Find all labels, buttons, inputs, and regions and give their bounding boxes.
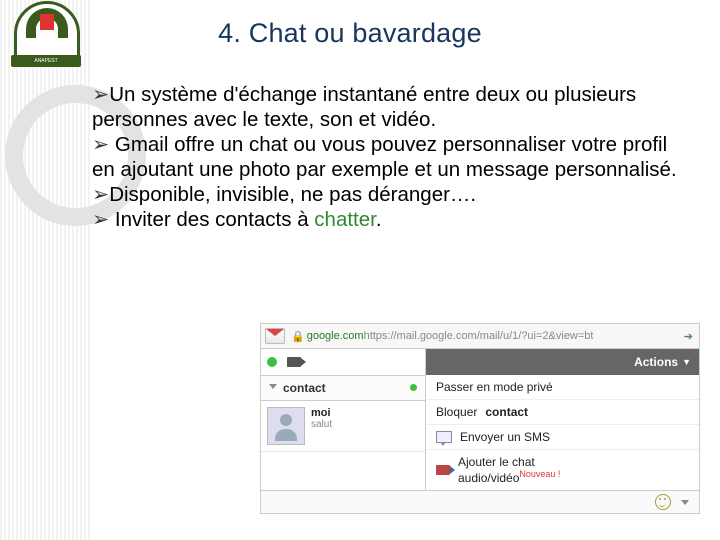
chevron-down-icon: ▼ bbox=[682, 357, 691, 367]
chat-toolbar bbox=[261, 349, 425, 376]
menu-label: Envoyer un SMS bbox=[460, 430, 550, 444]
gmail-favicon-icon bbox=[265, 328, 285, 344]
audio-video-icon bbox=[436, 465, 450, 475]
contact-header-label: contact bbox=[283, 381, 326, 395]
camera-icon bbox=[287, 357, 301, 367]
gmail-screenshot: 🔒 google.com https://mail.google.com/mai… bbox=[260, 323, 700, 528]
bullet-text-suffix: . bbox=[376, 208, 382, 231]
menu-label-target: contact bbox=[485, 405, 528, 419]
slide: ANAPEST 4. Chat ou bavardage ➢Un système… bbox=[0, 0, 720, 540]
menu-label: Passer en mode privé bbox=[436, 380, 553, 394]
url-host: google.com bbox=[307, 330, 364, 342]
contact-header[interactable]: contact bbox=[261, 376, 425, 401]
bullet-item: ➢ Gmail offre un chat ou vous pouvez per… bbox=[92, 132, 690, 182]
menu-item-private[interactable]: Passer en mode privé bbox=[426, 375, 699, 400]
status-available-icon bbox=[267, 357, 277, 367]
actions-menu: Passer en mode privé Bloquer contact Env… bbox=[426, 375, 699, 490]
emoji-icon[interactable] bbox=[655, 494, 671, 510]
menu-label-prefix: Bloquer bbox=[436, 405, 477, 419]
bullet-item: ➢Disponible, invisible, ne pas déranger…… bbox=[92, 182, 690, 207]
browser-address-bar: 🔒 google.com https://mail.google.com/mai… bbox=[260, 323, 700, 349]
menu-item-block[interactable]: Bloquer contact bbox=[426, 400, 699, 425]
url-path: https://mail.google.com/mail/u/1/?ui=2&v… bbox=[364, 330, 594, 342]
chevron-down-icon[interactable] bbox=[681, 500, 689, 505]
bullet-item: ➢ Inviter des contacts à chatter. bbox=[92, 207, 690, 232]
menu-item-audio-video[interactable]: Ajouter le chat audio/vidéoNouveau ! bbox=[426, 450, 699, 490]
bullet-marker-icon: ➢ bbox=[92, 208, 109, 231]
bullet-text: Disponible, invisible, ne pas déranger…. bbox=[109, 183, 476, 206]
bullet-marker-icon: ➢ bbox=[92, 133, 109, 156]
menu-label: Ajouter le chat audio/vidéoNouveau ! bbox=[458, 455, 560, 485]
bullet-text: Un système d'échange instantané entre de… bbox=[92, 83, 636, 131]
go-arrow-icon: ➔ bbox=[684, 330, 693, 343]
bullet-text-highlight: chatter bbox=[314, 208, 376, 231]
slide-body: ➢Un système d'échange instantané entre d… bbox=[92, 82, 690, 232]
slide-title: 4. Chat ou bavardage bbox=[0, 18, 700, 49]
status-dot-icon bbox=[410, 384, 417, 391]
user-name: moi bbox=[311, 407, 332, 419]
chat-actions-panel: Actions ▼ Passer en mode privé Bloquer c… bbox=[426, 349, 699, 490]
user-status: salut bbox=[311, 419, 332, 430]
actions-label: Actions bbox=[634, 355, 678, 369]
bullet-text-prefix: Inviter des contacts à bbox=[109, 208, 314, 231]
background-stripes bbox=[0, 0, 92, 540]
bullet-marker-icon: ➢ bbox=[92, 183, 109, 206]
chat-footer bbox=[260, 490, 700, 514]
nouveau-badge: Nouveau ! bbox=[519, 469, 560, 479]
chat-sidebar: contact moi salut bbox=[261, 349, 426, 490]
avatar bbox=[267, 407, 305, 445]
lock-icon: 🔒 bbox=[291, 330, 305, 343]
current-user-row[interactable]: moi salut bbox=[261, 401, 425, 452]
bullet-item: ➢Un système d'échange instantané entre d… bbox=[92, 82, 690, 132]
actions-dropdown[interactable]: Actions ▼ bbox=[426, 349, 699, 375]
logo-banner-text: ANAPEST bbox=[11, 55, 81, 67]
menu-item-sms[interactable]: Envoyer un SMS bbox=[426, 425, 699, 450]
bullet-marker-icon: ➢ bbox=[92, 83, 109, 106]
bullet-text: Gmail offre un chat ou vous pouvez perso… bbox=[92, 133, 677, 181]
sms-icon bbox=[436, 431, 452, 443]
